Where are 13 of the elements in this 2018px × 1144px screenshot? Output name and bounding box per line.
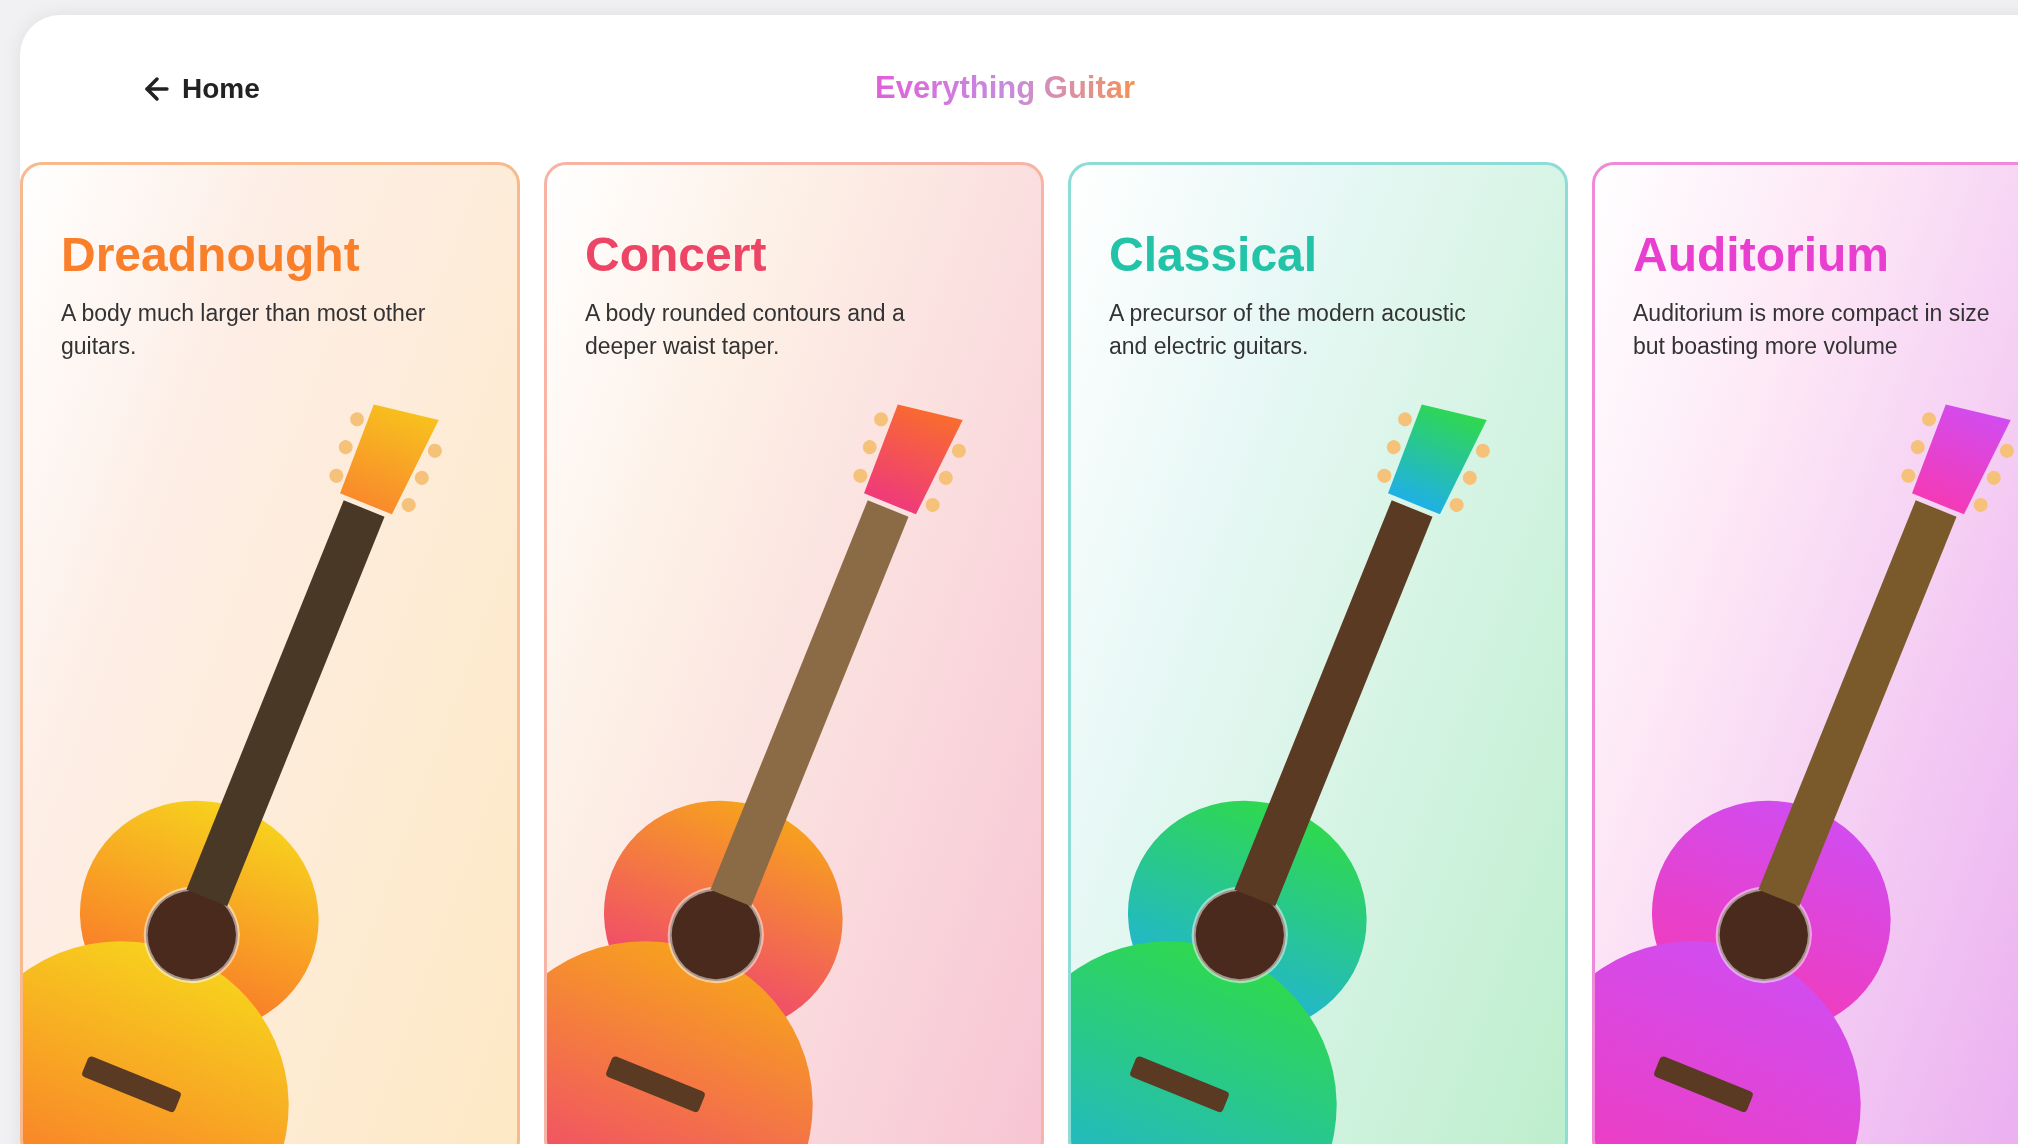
- guitar-card[interactable]: Classical A precursor of the modern acoustic and electric guitars.: [1068, 162, 1568, 1144]
- card-title: Classical: [1109, 227, 1319, 283]
- card-description: Auditorium is more compact in size but boasting more volume: [1633, 299, 1991, 361]
- card-description: A body rounded contours and a deeper waist taper.: [585, 299, 906, 361]
- card-title: Auditorium: [1633, 227, 1890, 283]
- card-description: A body much larger than most other guitars.: [61, 299, 427, 361]
- guitar-card[interactable]: Auditorium Auditorium is more compact in size but boasting more volume: [1592, 162, 2018, 1144]
- card-title: Dreadnought: [61, 227, 361, 283]
- guitar-card[interactable]: Concert A body rounded contours and a deeper waist taper.: [544, 162, 1044, 1144]
- card-description: A precursor of the modern acoustic and electric guitars.: [1109, 299, 1467, 361]
- card-title: Concert: [585, 227, 768, 283]
- back-button[interactable]: Home: [140, 67, 260, 110]
- guitar-card[interactable]: Dreadnought A body much larger than most other guitars.: [20, 162, 520, 1144]
